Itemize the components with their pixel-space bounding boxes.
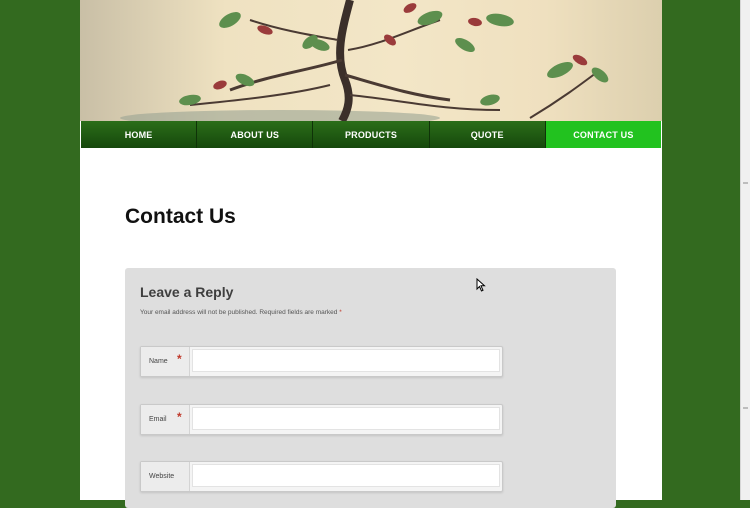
nav-item-quote[interactable]: QUOTE — [429, 121, 546, 148]
email-input[interactable] — [192, 407, 500, 430]
scrollbar-mark-bottom — [743, 407, 748, 409]
nav-item-products[interactable]: PRODUCTS — [313, 121, 430, 148]
scrollbar-mark-top — [743, 182, 748, 184]
name-label: Name — [141, 347, 190, 376]
page-title: Contact Us — [125, 205, 236, 228]
name-required-star: * — [177, 352, 182, 366]
nav-item-contact-us[interactable]: CONTACT US — [545, 121, 662, 148]
bonsai-header-image — [80, 0, 662, 121]
vertical-scrollbar[interactable] — [740, 0, 750, 500]
website-label: Website — [141, 462, 190, 491]
reply-heading: Leave a Reply — [140, 284, 234, 300]
main-nav: HOME ABOUT US PRODUCTS QUOTE CONTACT US — [81, 121, 662, 148]
website-field: Website — [140, 461, 503, 492]
comment-form: Leave a Reply Your email address will no… — [125, 268, 616, 508]
comment-notes-text: Your email address will not be published… — [140, 309, 338, 316]
website-input[interactable] — [192, 464, 500, 487]
email-field: Email * — [140, 404, 503, 435]
required-marker: * — [339, 309, 342, 316]
comment-notes: Your email address will not be published… — [140, 309, 342, 316]
nav-item-home[interactable]: HOME — [81, 121, 198, 148]
email-label: Email — [141, 405, 190, 434]
name-field: Name * — [140, 346, 503, 377]
page-container: HOME ABOUT US PRODUCTS QUOTE CONTACT US … — [80, 0, 662, 508]
name-input[interactable] — [192, 349, 500, 372]
nav-item-about-us[interactable]: ABOUT US — [197, 121, 314, 148]
email-required-star: * — [177, 410, 182, 424]
